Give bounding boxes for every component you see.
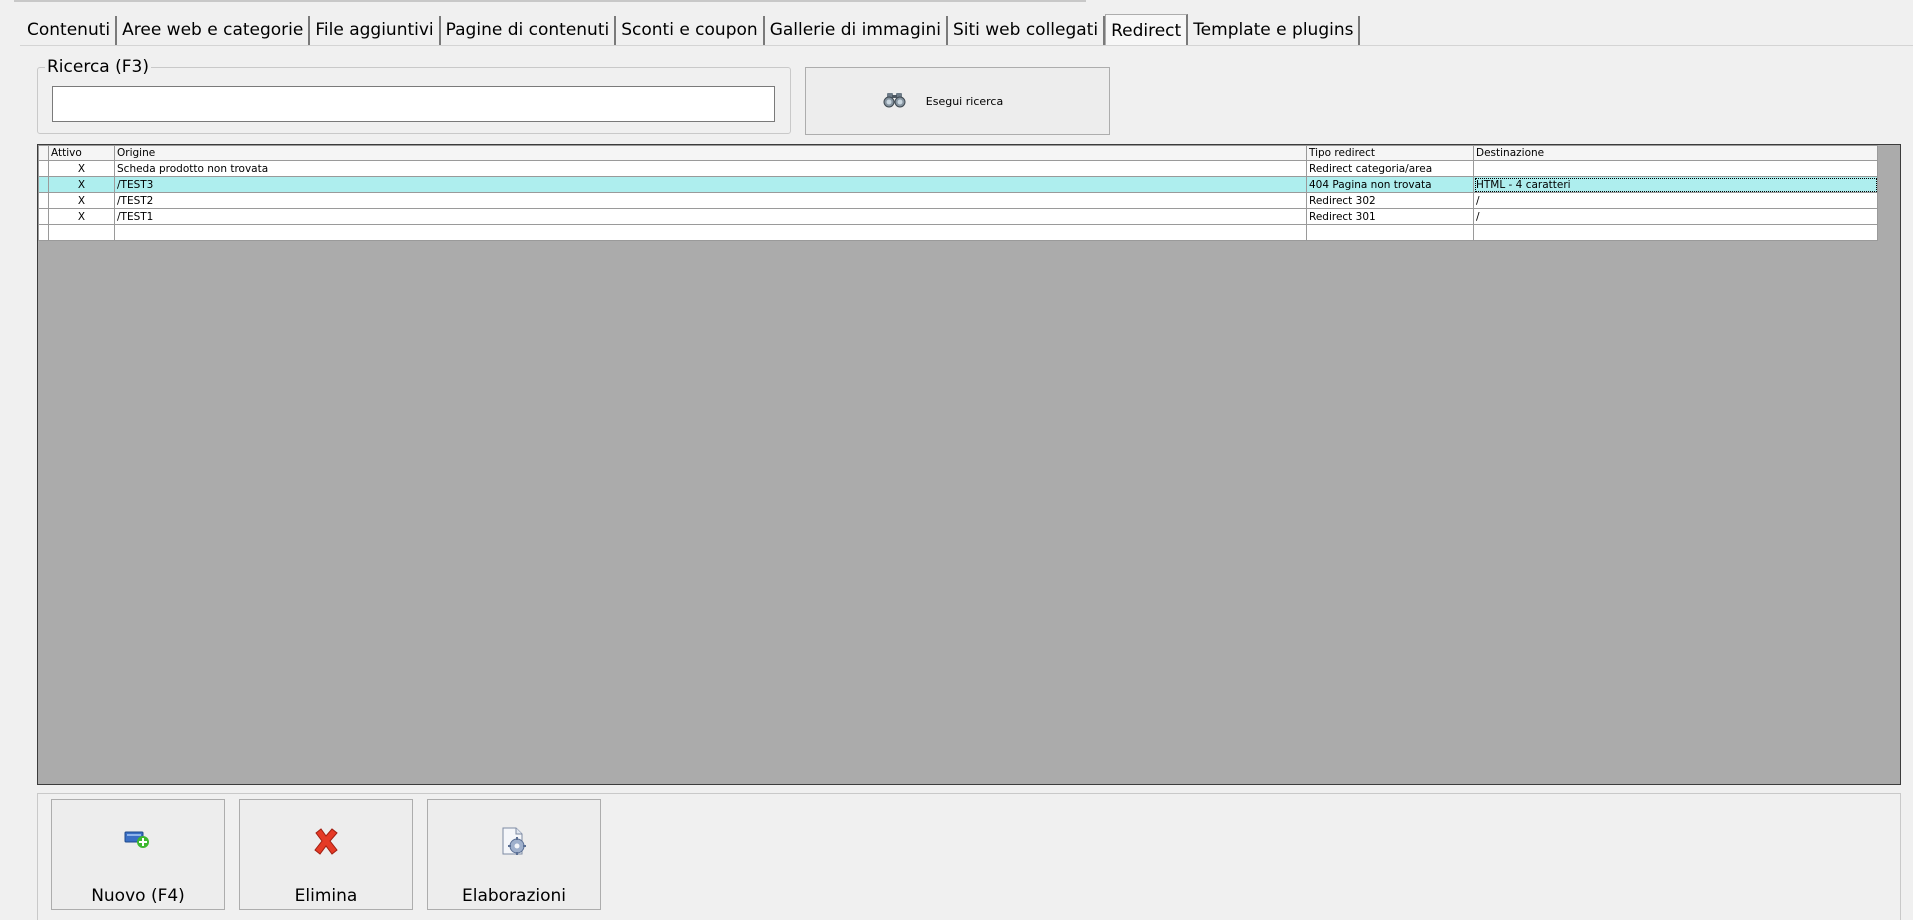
cell-tipo-redirect[interactable]: Redirect categoria/area bbox=[1306, 160, 1474, 177]
search-group: Ricerca (F3) bbox=[37, 57, 791, 134]
process-button[interactable]: Elaborazioni bbox=[427, 799, 601, 910]
tab-siti-web-collegati[interactable]: Siti web collegati bbox=[947, 16, 1106, 45]
cell-attivo[interactable]: X bbox=[48, 176, 115, 193]
cell-destinazione[interactable]: / bbox=[1473, 208, 1878, 225]
delete-x-icon bbox=[311, 826, 341, 860]
table-row[interactable]: X Scheda prodotto non trovata Redirect c… bbox=[38, 160, 1878, 177]
tab-contenuti[interactable]: Contenuti bbox=[22, 16, 118, 45]
row-selector[interactable] bbox=[38, 208, 49, 225]
search-button-label: Esegui ricerca bbox=[925, 94, 1004, 108]
process-button-label: Elaborazioni bbox=[461, 886, 567, 906]
redirect-grid-area: Attivo Origine Tipo redirect Destinazion… bbox=[37, 144, 1901, 785]
tab-template-plugins[interactable]: Template e plugins bbox=[1188, 16, 1361, 45]
search-button[interactable]: Esegui ricerca bbox=[805, 67, 1110, 135]
top-divider bbox=[14, 0, 1086, 2]
delete-button-label: Elimina bbox=[294, 886, 358, 906]
table-row-new[interactable] bbox=[38, 224, 1878, 241]
cell-attivo[interactable] bbox=[48, 224, 115, 241]
document-gear-icon bbox=[499, 826, 529, 862]
cell-origine[interactable]: /TEST1 bbox=[114, 208, 1307, 225]
search-input[interactable] bbox=[52, 86, 775, 122]
grid-header-row: Attivo Origine Tipo redirect Destinazion… bbox=[38, 145, 1878, 161]
cell-origine[interactable] bbox=[114, 224, 1307, 241]
tab-gallerie-immagini[interactable]: Gallerie di immagini bbox=[764, 16, 948, 45]
row-selector[interactable] bbox=[38, 192, 49, 209]
add-record-icon bbox=[123, 826, 151, 854]
cell-origine[interactable]: Scheda prodotto non trovata bbox=[114, 160, 1307, 177]
cell-destinazione[interactable]: / bbox=[1473, 192, 1878, 209]
tab-redirect[interactable]: Redirect bbox=[1105, 14, 1189, 46]
cell-attivo[interactable]: X bbox=[48, 208, 115, 225]
binoculars-icon bbox=[882, 91, 908, 113]
redirect-grid: Attivo Origine Tipo redirect Destinazion… bbox=[38, 145, 1878, 241]
table-row[interactable]: X /TEST1 Redirect 301 / bbox=[38, 208, 1878, 225]
table-row[interactable]: X /TEST2 Redirect 302 / bbox=[38, 192, 1878, 209]
cell-destinazione[interactable]: HTML - 4 caratteri bbox=[1473, 176, 1878, 193]
tab-file-aggiuntivi[interactable]: File aggiuntivi bbox=[310, 16, 441, 45]
redirect-window: Contenuti Aree web e categorie File aggi… bbox=[0, 0, 1913, 920]
cell-attivo[interactable]: X bbox=[48, 192, 115, 209]
cell-origine[interactable]: /TEST2 bbox=[114, 192, 1307, 209]
new-button[interactable]: Nuovo (F4) bbox=[51, 799, 225, 910]
cell-destinazione[interactable] bbox=[1473, 160, 1878, 177]
tab-pagine-contenuti[interactable]: Pagine di contenuti bbox=[440, 16, 617, 45]
cell-destinazione[interactable] bbox=[1473, 224, 1878, 241]
column-header-attivo[interactable]: Attivo bbox=[48, 145, 115, 161]
table-row-selected[interactable]: X /TEST3 404 Pagina non trovata HTML - 4… bbox=[38, 176, 1878, 193]
tab-baseline bbox=[20, 45, 1913, 46]
column-header-destinazione[interactable]: Destinazione bbox=[1473, 145, 1878, 161]
cell-tipo-redirect[interactable]: Redirect 302 bbox=[1306, 192, 1474, 209]
delete-button[interactable]: Elimina bbox=[239, 799, 413, 910]
tab-sconti-coupon[interactable]: Sconti e coupon bbox=[616, 16, 765, 45]
column-header-origine[interactable]: Origine bbox=[114, 145, 1307, 161]
tab-bar: Contenuti Aree web e categorie File aggi… bbox=[22, 14, 1361, 46]
new-button-label: Nuovo (F4) bbox=[91, 886, 185, 906]
cell-tipo-redirect[interactable]: 404 Pagina non trovata bbox=[1306, 176, 1474, 193]
cell-origine[interactable]: /TEST3 bbox=[114, 176, 1307, 193]
cell-attivo[interactable]: X bbox=[48, 160, 115, 177]
column-header-tipo-redirect[interactable]: Tipo redirect bbox=[1306, 145, 1474, 161]
row-selector-header bbox=[38, 145, 49, 161]
row-selector[interactable] bbox=[38, 176, 49, 193]
tab-aree-web-categorie[interactable]: Aree web e categorie bbox=[117, 16, 311, 45]
cell-tipo-redirect[interactable]: Redirect 301 bbox=[1306, 208, 1474, 225]
search-legend: Ricerca (F3) bbox=[45, 57, 151, 77]
row-selector[interactable] bbox=[38, 160, 49, 177]
cell-tipo-redirect[interactable] bbox=[1306, 224, 1474, 241]
row-selector[interactable] bbox=[38, 224, 49, 241]
